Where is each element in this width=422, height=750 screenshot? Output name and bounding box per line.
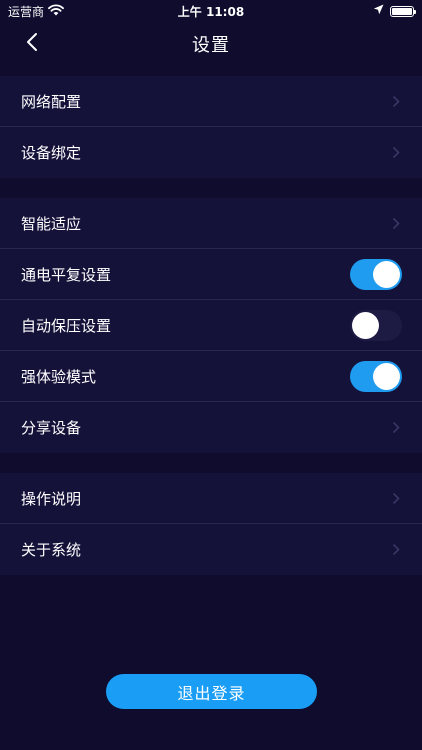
battery-icon <box>390 5 416 17</box>
row-label: 强体验模式 <box>21 367 97 386</box>
wifi-icon <box>48 3 64 19</box>
carrier-label: 运营商 <box>8 4 45 19</box>
chevron-right-icon <box>392 216 402 230</box>
settings-group-device: 智能适应 通电平复设置 自动保压设置 强体验模式 分享设备 <box>0 198 422 453</box>
row-device-binding[interactable]: 设备绑定 <box>0 127 422 178</box>
settings-group-info: 操作说明 关于系统 <box>0 473 422 575</box>
nav-bar: 设置 <box>0 22 422 66</box>
row-network-config[interactable]: 网络配置 <box>0 76 422 127</box>
status-left: 运营商 <box>8 3 64 20</box>
row-strong-mode: 强体验模式 <box>0 351 422 402</box>
row-label: 通电平复设置 <box>21 265 112 284</box>
toggle-knob <box>352 311 379 339</box>
logout-button[interactable]: 退出登录 <box>106 674 317 709</box>
power-restore-toggle[interactable] <box>350 258 402 290</box>
status-bar: 运营商 上午 11:08 <box>0 0 422 22</box>
row-label: 网络配置 <box>21 92 82 111</box>
chevron-right-icon <box>392 146 402 160</box>
chevron-right-icon <box>392 543 402 557</box>
row-auto-pressure: 自动保压设置 <box>0 300 422 351</box>
strong-mode-toggle[interactable] <box>350 360 402 392</box>
row-label: 智能适应 <box>21 214 82 233</box>
toggle-knob <box>373 260 400 288</box>
row-label: 设备绑定 <box>21 144 82 162</box>
row-smart-adapt[interactable]: 智能适应 <box>0 198 422 249</box>
toggle-knob <box>373 362 400 390</box>
chevron-right-icon <box>392 94 402 108</box>
row-label: 操作说明 <box>21 489 82 508</box>
row-about[interactable]: 关于系统 <box>0 524 422 575</box>
row-instructions[interactable]: 操作说明 <box>0 473 422 524</box>
page-title: 设置 <box>192 35 230 56</box>
row-label: 关于系统 <box>21 541 82 559</box>
status-right <box>373 4 416 18</box>
row-label: 分享设备 <box>21 419 82 437</box>
row-label: 自动保压设置 <box>21 316 112 335</box>
chevron-right-icon <box>392 421 402 435</box>
row-share-device[interactable]: 分享设备 <box>0 402 422 453</box>
location-arrow-icon <box>373 4 384 18</box>
back-button[interactable] <box>16 28 48 60</box>
settings-screen: 运营商 上午 11:08 设置 网络配置 设备绑定 智能适应 通电平复设置 自动… <box>0 0 422 750</box>
auto-pressure-toggle[interactable] <box>350 309 402 341</box>
row-power-restore: 通电平复设置 <box>0 249 422 300</box>
settings-group-network: 网络配置 设备绑定 <box>0 76 422 178</box>
chevron-left-icon <box>26 32 38 56</box>
chevron-right-icon <box>392 491 402 505</box>
